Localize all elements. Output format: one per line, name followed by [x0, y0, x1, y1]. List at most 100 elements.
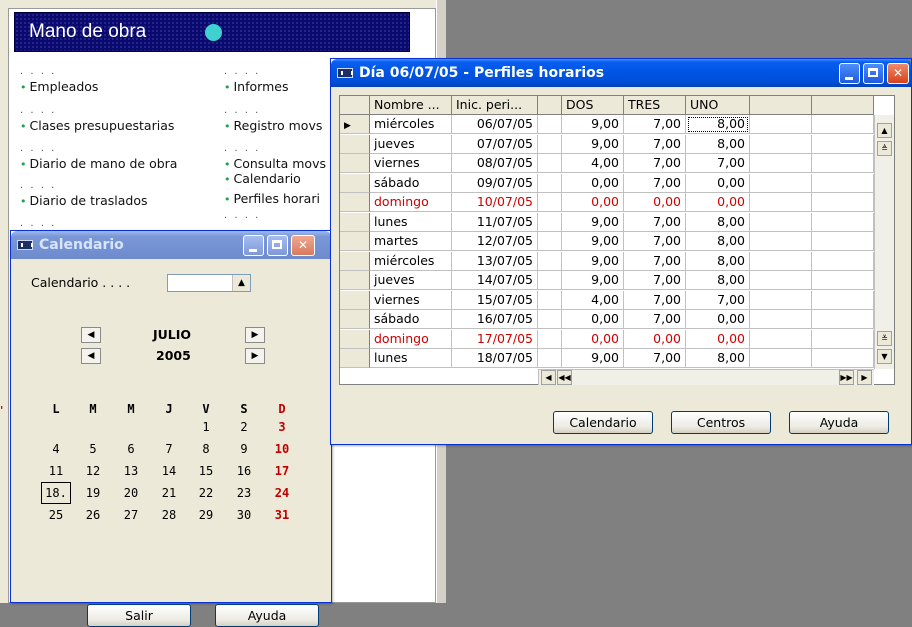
table-cell-dos[interactable]: 9,00: [562, 271, 624, 290]
table-cell-nombre[interactable]: lunes: [370, 349, 452, 368]
calendar-day[interactable]: 28: [154, 504, 184, 526]
horizontal-scrollbar[interactable]: ◀ ◀◀ ▶▶ ▶: [538, 369, 874, 385]
table-cell-nombre[interactable]: domingo: [370, 329, 452, 349]
table-cell-dos[interactable]: 9,00: [562, 251, 624, 271]
table-cell-fecha[interactable]: 08/07/05: [452, 154, 538, 173]
table-cell-uno[interactable]: 8,00: [686, 134, 750, 154]
calendar-day[interactable]: 30: [229, 504, 259, 526]
table-cell-tres[interactable]: 7,00: [624, 115, 686, 134]
table-cell-fecha[interactable]: 11/07/05: [452, 212, 538, 232]
table-cell-empty[interactable]: [750, 349, 812, 368]
table-cell-dos[interactable]: 4,00: [562, 290, 624, 310]
close-button[interactable]: ✕: [291, 235, 315, 256]
table-cell-empty[interactable]: [812, 154, 874, 173]
table-cell-empty[interactable]: [538, 154, 562, 173]
table-cell-uno[interactable]: 8,00: [686, 271, 750, 290]
scroll-right-button[interactable]: ▶: [857, 370, 872, 385]
table-cell-fecha[interactable]: 14/07/05: [452, 271, 538, 290]
calendar-day[interactable]: 20: [116, 482, 146, 504]
table-cell-empty[interactable]: [750, 134, 812, 154]
calendar-titlebar[interactable]: Calendario ✕: [11, 231, 331, 259]
column-header[interactable]: [538, 96, 562, 115]
calendar-day[interactable]: 12: [78, 460, 108, 482]
next-year-button[interactable]: ▶: [245, 348, 265, 364]
table-cell-fecha[interactable]: 17/07/05: [452, 329, 538, 349]
table-cell-fecha[interactable]: 06/07/05: [452, 115, 538, 134]
row-selector[interactable]: [340, 154, 370, 173]
scroll-page-up-button[interactable]: ≜: [877, 141, 892, 156]
table-cell-dos[interactable]: 0,00: [562, 193, 624, 212]
table-cell-empty[interactable]: [812, 310, 874, 329]
column-header[interactable]: [340, 96, 370, 115]
calendar-day[interactable]: 3: [267, 416, 297, 438]
table-cell-empty[interactable]: [812, 212, 874, 232]
calendar-day[interactable]: 21: [154, 482, 184, 504]
table-cell-empty[interactable]: [812, 271, 874, 290]
table-cell-tres[interactable]: 7,00: [624, 134, 686, 154]
table-cell-empty[interactable]: [812, 290, 874, 310]
centros-button[interactable]: Centros: [671, 411, 771, 434]
column-header[interactable]: UNO: [686, 96, 750, 115]
table-cell-uno[interactable]: 0,00: [686, 193, 750, 212]
table-cell-empty[interactable]: [538, 193, 562, 212]
calendar-day[interactable]: 15: [191, 460, 221, 482]
column-header[interactable]: Inic. peri...: [452, 96, 538, 115]
table-cell-empty[interactable]: [750, 173, 812, 193]
table-cell-empty[interactable]: [750, 154, 812, 173]
table-cell-dos[interactable]: 9,00: [562, 212, 624, 232]
ayuda-button[interactable]: Ayuda: [215, 604, 319, 627]
table-cell-empty[interactable]: [812, 173, 874, 193]
prev-year-button[interactable]: ◀: [81, 348, 101, 364]
row-selector[interactable]: [340, 134, 370, 154]
table-cell-fecha[interactable]: 15/07/05: [452, 290, 538, 310]
table-cell-nombre[interactable]: miércoles: [370, 251, 452, 271]
table-cell-empty[interactable]: [538, 329, 562, 349]
column-header[interactable]: [750, 96, 812, 115]
calendar-day[interactable]: 31: [267, 504, 297, 526]
table-cell-uno[interactable]: 8,00: [686, 251, 750, 271]
row-selector[interactable]: [340, 271, 370, 290]
table-cell-empty[interactable]: [538, 290, 562, 310]
calendar-day[interactable]: 29: [191, 504, 221, 526]
table-cell-uno[interactable]: 0,00: [686, 173, 750, 193]
minimize-button[interactable]: [243, 235, 264, 256]
table-cell-empty[interactable]: [538, 310, 562, 329]
table-cell-fecha[interactable]: 13/07/05: [452, 251, 538, 271]
table-cell-tres[interactable]: 7,00: [624, 290, 686, 310]
table-cell-tres[interactable]: 7,00: [624, 251, 686, 271]
menu-item-consulta-movs[interactable]: . . . . • Consulta movs: [224, 144, 326, 172]
table-cell-empty[interactable]: [750, 329, 812, 349]
scroll-left-button[interactable]: ◀: [541, 370, 556, 385]
table-cell-empty[interactable]: [538, 251, 562, 271]
table-cell-tres[interactable]: 7,00: [624, 212, 686, 232]
calendar-day[interactable]: 26: [78, 504, 108, 526]
table-cell-uno[interactable]: 8,00: [686, 232, 750, 251]
row-selector[interactable]: [340, 193, 370, 212]
table-cell-empty[interactable]: [538, 173, 562, 193]
table-cell-fecha[interactable]: 12/07/05: [452, 232, 538, 251]
calendar-day[interactable]: 13: [116, 460, 146, 482]
table-cell-dos[interactable]: 4,00: [562, 154, 624, 173]
salir-button[interactable]: Salir: [87, 604, 191, 627]
scroll-down-button[interactable]: ▼: [877, 349, 892, 364]
table-cell-nombre[interactable]: viernes: [370, 154, 452, 173]
scroll-up-button[interactable]: ▲: [877, 123, 892, 138]
table-cell-empty[interactable]: [750, 232, 812, 251]
column-header[interactable]: [812, 96, 874, 115]
calendar-day[interactable]: 17: [267, 460, 297, 482]
table-cell-empty[interactable]: [538, 232, 562, 251]
row-selector[interactable]: [340, 232, 370, 251]
maximize-button[interactable]: [267, 235, 288, 256]
table-cell-dos[interactable]: 9,00: [562, 349, 624, 368]
table-cell-nombre[interactable]: martes: [370, 232, 452, 251]
row-selector[interactable]: [340, 290, 370, 310]
calendar-day[interactable]: 27: [116, 504, 146, 526]
minimize-button[interactable]: [839, 63, 860, 84]
table-cell-dos[interactable]: 0,00: [562, 173, 624, 193]
profiles-grid[interactable]: Nombre ... Inic. peri... DOS TRES UNO ▶ miérco…: [339, 95, 895, 385]
table-cell-nombre[interactable]: jueves: [370, 271, 452, 290]
table-cell-nombre[interactable]: domingo: [370, 193, 452, 212]
table-cell-nombre[interactable]: sábado: [370, 173, 452, 193]
menu-item-clases-presupuestarias[interactable]: . . . . • Clases presupuestarias: [20, 106, 174, 134]
calendar-day[interactable]: 16: [229, 460, 259, 482]
